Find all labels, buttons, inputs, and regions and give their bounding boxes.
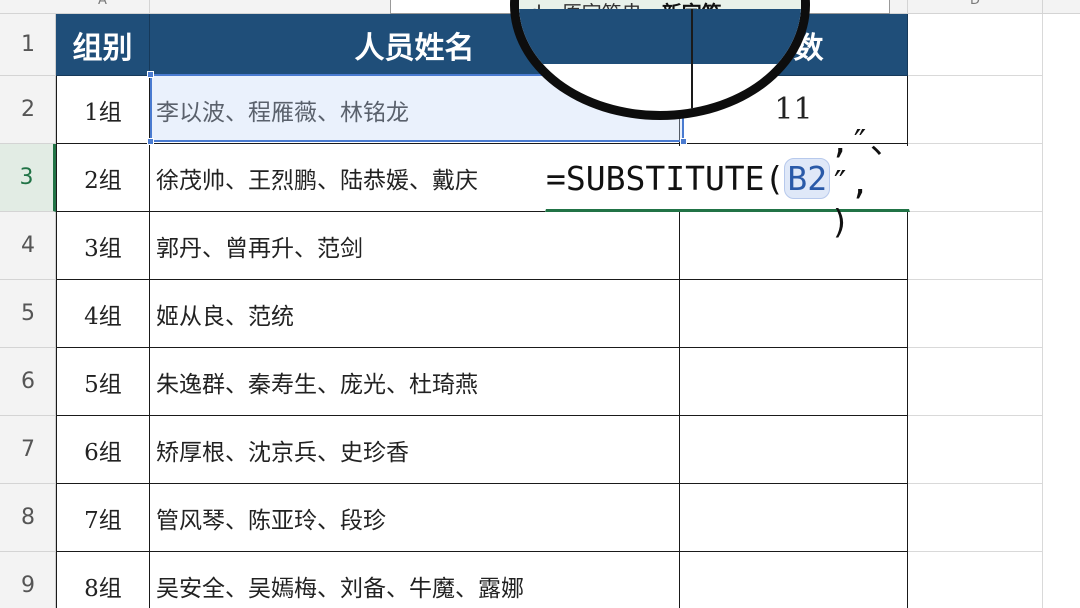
cell-c5[interactable] xyxy=(680,280,908,348)
cell-a4[interactable]: 3组 xyxy=(56,212,150,280)
cell-d1[interactable] xyxy=(908,14,1043,76)
cell-d8[interactable] xyxy=(908,484,1043,552)
formula-ref-b2[interactable]: B2 xyxy=(784,157,831,199)
column-header-d[interactable]: D xyxy=(908,0,1043,14)
cell-d7[interactable] xyxy=(908,416,1043,484)
cell-b8[interactable]: 管风琴、陈亚玲、段珍 xyxy=(150,484,680,552)
row-header-8[interactable]: 8 xyxy=(0,484,56,552)
cell-a5[interactable]: 4组 xyxy=(56,280,150,348)
cell-c8[interactable] xyxy=(680,484,908,552)
column-header-a[interactable]: A xyxy=(56,0,150,14)
spreadsheet: A B C D 1 2 3 4 5 6 7 8 9 组别 人员姓名 人数 1组 … xyxy=(0,0,1080,608)
lens-header-band xyxy=(519,9,801,64)
cell-b4[interactable]: 郭丹、曾再升、范剑 xyxy=(150,212,680,280)
cell-a8[interactable]: 7组 xyxy=(56,484,150,552)
row-header-5[interactable]: 5 xyxy=(0,280,56,348)
cell-b7[interactable]: 矫厚根、沈京兵、史珍香 xyxy=(150,416,680,484)
cell-a7[interactable]: 6组 xyxy=(56,416,150,484)
row-header-7[interactable]: 7 xyxy=(0,416,56,484)
cell-a9[interactable]: 8组 xyxy=(56,552,150,608)
cell-d4[interactable] xyxy=(908,212,1043,280)
row-header-9[interactable]: 9 xyxy=(0,552,56,608)
cell-d5[interactable] xyxy=(908,280,1043,348)
row-header-4[interactable]: 4 xyxy=(0,212,56,280)
cell-a3[interactable]: 2组 xyxy=(56,144,150,212)
row-header-2[interactable]: 2 xyxy=(0,76,56,144)
cell-c6[interactable] xyxy=(680,348,908,416)
cell-b6[interactable]: 朱逸群、秦寿生、庞光、杜琦燕 xyxy=(150,348,680,416)
row-header-3[interactable]: 3 xyxy=(0,144,56,212)
cell-a6[interactable]: 5组 xyxy=(56,348,150,416)
cell-c7[interactable] xyxy=(680,416,908,484)
row-header-bar: 1 2 3 4 5 6 7 8 9 xyxy=(0,14,56,608)
cell-d2[interactable] xyxy=(908,76,1043,144)
cell-d9[interactable] xyxy=(908,552,1043,608)
cell-grid: 组别 人员姓名 人数 1组 李以波、程雁薇、林铭龙 11 2组 徐茂帅、王烈鹏、… xyxy=(56,14,1080,608)
lens-column-divider xyxy=(691,9,693,111)
cell-b5[interactable]: 姬从良、范统 xyxy=(150,280,680,348)
cell-c9[interactable] xyxy=(680,552,908,608)
row-header-1[interactable]: 1 xyxy=(0,14,56,76)
row-header-6[interactable]: 6 xyxy=(0,348,56,416)
cell-b9[interactable]: 吴安全、吴嫣梅、刘备、牛魔、露娜 xyxy=(150,552,680,608)
cell-a2[interactable]: 1组 xyxy=(56,76,150,144)
formula-prefix: =SUBSTITUTE( xyxy=(546,158,785,198)
formula-suffix: ,″、″, ) xyxy=(830,122,903,241)
cell-d3[interactable] xyxy=(908,144,1043,212)
cell-d6[interactable] xyxy=(908,348,1043,416)
cell-a1-header[interactable]: 组别 xyxy=(56,14,150,76)
in-cell-formula-editor[interactable]: =SUBSTITUTE( B2 ,″、″, ) xyxy=(545,122,910,241)
